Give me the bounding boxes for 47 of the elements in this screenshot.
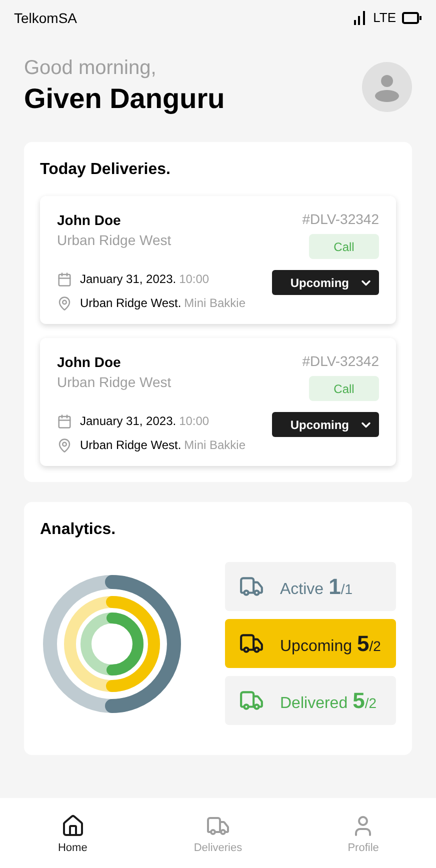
delivery-card[interactable]: John Doe Urban Ridge West #DLV-32342 Call January 31, 2023. 10:00 Urban Ridge West. Mini Bakkie Upcoming bbox=[40, 196, 396, 324]
stat-label: Active bbox=[280, 580, 324, 600]
delivery-date: January 31, 2023. bbox=[80, 271, 176, 288]
delivery-id: #DLV-32342 bbox=[302, 352, 379, 370]
calendar-icon bbox=[57, 272, 72, 286]
stat-item[interactable]: Upcoming 5/2 bbox=[225, 619, 396, 668]
greeting-text: Good morning, bbox=[24, 56, 158, 80]
stat-total: /1 bbox=[340, 580, 353, 599]
battery-icon bbox=[402, 12, 422, 24]
truck-icon bbox=[206, 814, 230, 838]
delivery-place: Urban Ridge West. bbox=[80, 295, 182, 312]
stat-item[interactable]: Active 1/1 bbox=[225, 562, 396, 611]
section-title: Analytics. bbox=[40, 520, 117, 540]
stat-total: /2 bbox=[369, 637, 381, 656]
stat-count: 5 bbox=[352, 687, 365, 715]
nav-tab[interactable]: Home bbox=[32, 814, 113, 856]
status-dropdown[interactable]: Upcoming bbox=[272, 270, 379, 295]
signal-icon bbox=[353, 11, 368, 25]
delivery-id: #DLV-32342 bbox=[302, 210, 379, 228]
vehicle-type: Mini Bakkie bbox=[184, 437, 246, 454]
person-icon bbox=[372, 72, 402, 102]
customer-name: John Doe bbox=[57, 353, 122, 372]
home-icon bbox=[60, 814, 85, 838]
customer-name: John Doe bbox=[57, 211, 122, 230]
delivery-time: 10:00 bbox=[179, 413, 210, 430]
stat-label: Upcoming bbox=[280, 637, 352, 657]
delivery-card[interactable]: John Doe Urban Ridge West #DLV-32342 Call January 31, 2023. 10:00 Urban Ridge West. Mini Bakkie Upcoming bbox=[40, 338, 396, 466]
location-pin-icon bbox=[57, 438, 72, 452]
stat-count: 5 bbox=[357, 630, 370, 658]
status-dropdown[interactable]: Upcoming bbox=[272, 412, 379, 437]
stat-count: 1 bbox=[328, 573, 341, 601]
avatar[interactable] bbox=[362, 62, 412, 112]
delivery-time: 10:00 bbox=[179, 271, 210, 288]
user-name: Given Danguru bbox=[24, 82, 225, 116]
truck-icon bbox=[239, 631, 264, 656]
section-title: Today Deliveries. bbox=[40, 160, 172, 180]
delivery-date: January 31, 2023. bbox=[80, 413, 176, 430]
location-pin-icon bbox=[57, 296, 72, 310]
delivery-place: Urban Ridge West. bbox=[80, 437, 182, 454]
customer-area: Urban Ridge West bbox=[57, 372, 172, 392]
network-label: LTE bbox=[373, 9, 396, 28]
stat-label: Delivered bbox=[280, 694, 348, 714]
customer-area: Urban Ridge West bbox=[57, 230, 172, 250]
vehicle-type: Mini Bakkie bbox=[184, 295, 246, 312]
calendar-icon bbox=[57, 414, 72, 428]
stat-total: /2 bbox=[364, 694, 377, 713]
carrier-name: TelkomSA bbox=[14, 8, 78, 28]
